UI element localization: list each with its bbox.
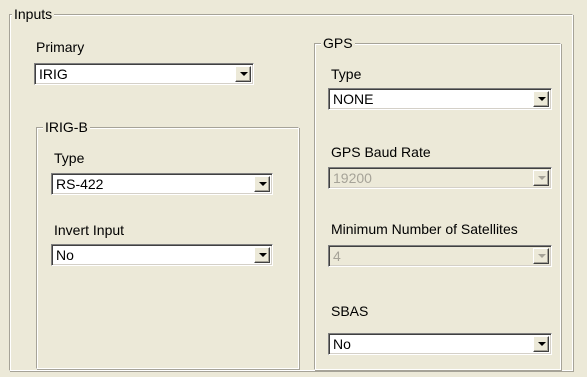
inputs-group-title: Inputs xyxy=(12,6,55,22)
irig-type-select-value: RS-422 xyxy=(56,176,104,192)
gps-group-title: GPS xyxy=(321,35,355,51)
primary-label: Primary xyxy=(36,39,85,55)
min-satellites-select-value: 4 xyxy=(333,248,341,264)
chevron-down-icon xyxy=(533,170,549,186)
chevron-down-icon[interactable] xyxy=(254,176,270,192)
gps-baud-rate-select: 19200 xyxy=(328,167,552,189)
irig-type-select[interactable]: RS-422 xyxy=(51,173,273,195)
gps-type-select-value: NONE xyxy=(333,91,374,107)
irig-type-label: Type xyxy=(54,150,85,166)
primary-select-value: IRIG xyxy=(39,66,68,82)
chevron-down-icon[interactable] xyxy=(533,91,549,107)
gps-baud-rate-label: GPS Baud Rate xyxy=(331,144,431,160)
invert-input-label: Invert Input xyxy=(54,222,125,238)
primary-select[interactable]: IRIG xyxy=(34,63,254,85)
gps-type-select[interactable]: NONE xyxy=(328,88,552,110)
irig-b-group-title: IRIG-B xyxy=(43,119,90,135)
invert-input-select[interactable]: No xyxy=(51,244,273,266)
chevron-down-icon[interactable] xyxy=(254,247,270,263)
min-satellites-label: Minimum Number of Satellites xyxy=(331,221,518,237)
sbas-select[interactable]: No xyxy=(328,333,552,355)
chevron-down-icon[interactable] xyxy=(533,336,549,352)
sbas-select-value: No xyxy=(333,336,351,352)
chevron-down-icon xyxy=(533,248,549,264)
min-satellites-select: 4 xyxy=(328,245,552,267)
chevron-down-icon[interactable] xyxy=(235,66,251,82)
gps-baud-rate-select-value: 19200 xyxy=(333,170,372,186)
sbas-label: SBAS xyxy=(331,303,369,319)
invert-input-select-value: No xyxy=(56,247,74,263)
gps-type-label: Type xyxy=(331,66,362,82)
